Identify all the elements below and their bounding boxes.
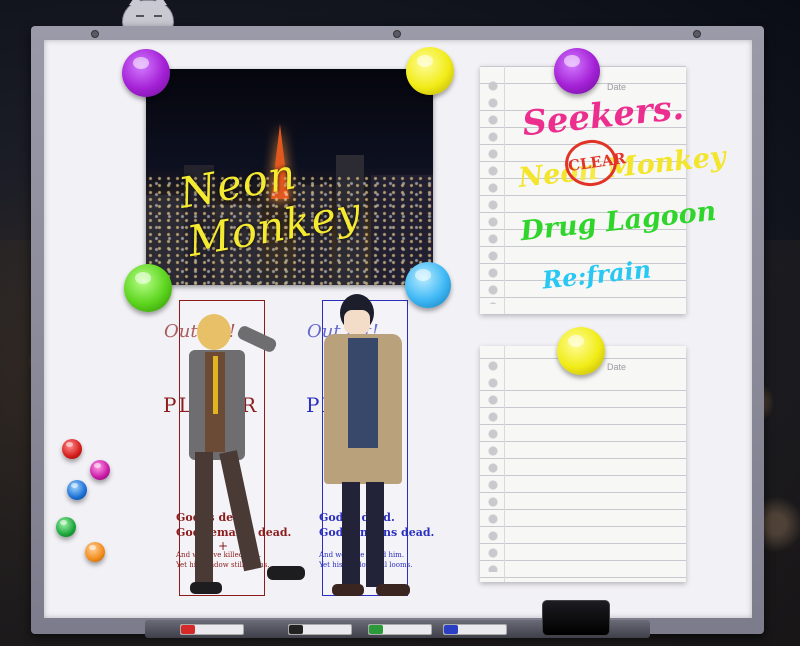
small-magenta-magnet[interactable] — [90, 460, 110, 480]
small-orange-magnet[interactable] — [85, 542, 105, 562]
red-marker[interactable] — [180, 624, 244, 635]
screw-icon — [693, 30, 701, 38]
date-label: Date — [606, 362, 626, 372]
green-magnet[interactable] — [124, 264, 172, 312]
blue-marker[interactable] — [443, 624, 507, 635]
yellow-magnet-note[interactable] — [557, 327, 605, 375]
black-marker[interactable] — [288, 624, 352, 635]
yellow-magnet[interactable] — [406, 47, 454, 95]
blue-magnet[interactable] — [405, 262, 451, 308]
date-label: Date — [606, 82, 626, 92]
screw-icon — [393, 30, 401, 38]
eraser[interactable] — [542, 600, 610, 636]
purple-magnet[interactable] — [122, 49, 170, 97]
spiral-holes — [486, 360, 500, 572]
purple-magnet-note[interactable] — [554, 48, 600, 94]
blank-note[interactable]: Date — [480, 346, 686, 582]
neon-monkey-photo[interactable]: Neon Monkey — [146, 69, 433, 285]
screw-icon — [91, 30, 99, 38]
character-blonde-boy[interactable] — [175, 312, 310, 602]
small-red-magnet[interactable] — [62, 439, 82, 459]
small-green-magnet[interactable] — [56, 517, 76, 537]
green-marker[interactable] — [368, 624, 432, 635]
spiral-holes — [486, 80, 500, 304]
character-trenchcoat-man[interactable] — [318, 294, 438, 604]
small-blue-magnet[interactable] — [67, 480, 87, 500]
